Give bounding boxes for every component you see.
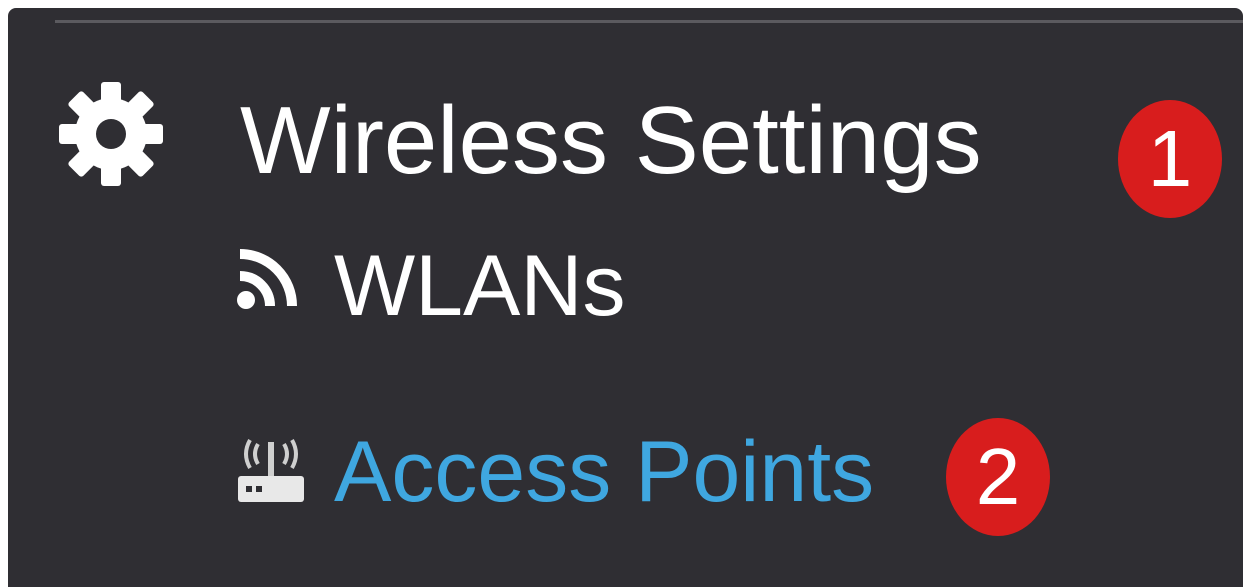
section-title: Wireless Settings <box>240 87 982 194</box>
wifi-icon <box>236 246 300 310</box>
gear-icon <box>55 78 167 190</box>
sidebar-item-label: WLANs <box>334 238 626 334</box>
step-badge: 1 <box>1118 100 1222 218</box>
access-point-icon <box>236 432 306 504</box>
wireless-settings-section[interactable]: Wireless Settings 1 <box>50 70 1230 220</box>
step-badge: 2 <box>946 418 1050 536</box>
divider <box>55 20 1243 23</box>
sidebar-item-label[interactable]: Access Points <box>334 422 874 522</box>
sidebar-panel: Wireless Settings 1 WLANs Access Points … <box>8 8 1243 587</box>
